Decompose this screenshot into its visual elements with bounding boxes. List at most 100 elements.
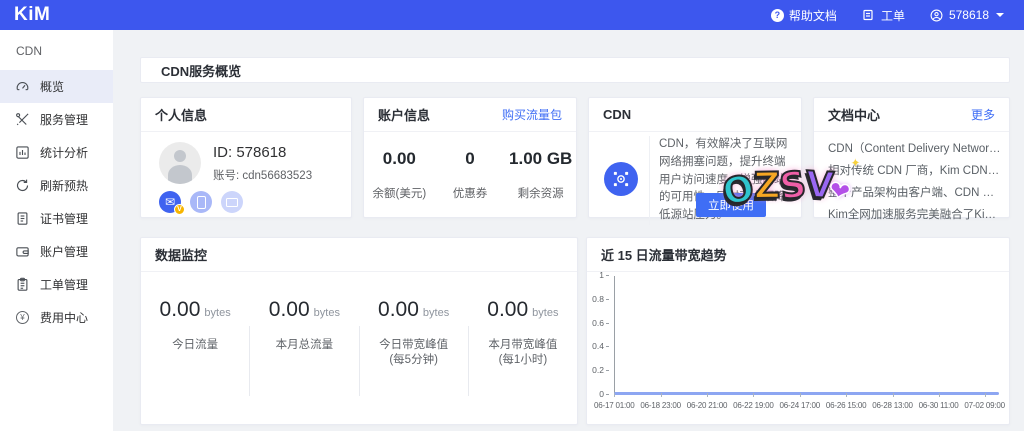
user-menu[interactable]: 578618 — [929, 8, 1004, 23]
stat-balance: 0.00 余额(美元) — [364, 132, 435, 217]
docs-list: CDN（Content Delivery Network），也即内容分发... … — [828, 138, 1001, 226]
account-number-text: 账号: cdn56683523 — [213, 167, 312, 183]
main-content: CDN服务概览 个人信息 ID: 578618 账号: cdn56683523 … — [113, 30, 1024, 431]
x-tick-label: 06-24 17:00 — [780, 401, 821, 410]
help-docs-label: 帮助文档 — [789, 7, 837, 24]
sidebar-item-label: 账户管理 — [40, 243, 88, 260]
sidebar-item-label: 工单管理 — [40, 276, 88, 293]
x-tick-label: 06-18 23:00 — [640, 401, 681, 410]
email-verified-badge[interactable]: ✉ V — [159, 191, 181, 213]
stat-month-peak-bandwidth: 0.00bytes 本月带宽峰值(每1小时) — [469, 298, 577, 424]
x-tick-label: 06-22 19:00 — [733, 401, 774, 410]
avatar — [159, 142, 201, 184]
x-tick-label: 06-28 13:00 — [872, 401, 913, 410]
card-title: 账户信息 — [378, 105, 430, 124]
stat-today-traffic: 0.00bytes 今日流量 — [141, 298, 249, 424]
card-header: 数据监控 — [141, 238, 577, 272]
sidebar-item-ticket-mgmt[interactable]: 工单管理 — [0, 268, 113, 301]
stat-label: 本月带宽峰值(每1小时) — [469, 338, 577, 368]
user-icon — [929, 8, 944, 23]
card-title: 文档中心 — [828, 105, 880, 124]
stat-value: 0.00 — [383, 149, 416, 169]
docs-center-card: 文档中心 更多 CDN（Content Delivery Network），也即… — [813, 97, 1010, 218]
account-info-card: 账户信息 购买流量包 0.00 余额(美元) 0 优惠券 1.00 GB 剩余资… — [363, 97, 577, 218]
buy-traffic-package-link[interactable]: 购买流量包 — [502, 106, 562, 123]
doc-link[interactable]: CDN（Content Delivery Network），也即内容分发... — [828, 138, 1001, 160]
stat-value: 0.00bytes — [360, 298, 468, 322]
yen-glyph: ¥ — [16, 311, 29, 324]
series-line-flat — [614, 392, 999, 395]
card-header: 文档中心 更多 — [814, 98, 1009, 132]
bandwidth-trend-card: 近 15 日流量带宽趋势 10.80.60.40.20 06-17 01:000… — [586, 237, 1010, 425]
cost-icon: ¥ — [15, 310, 30, 325]
doc-link[interactable]: Kim全网加速服务完美融合了Kim对象存储和 CDN ... — [828, 204, 1001, 226]
y-tick-label: 0.6 — [592, 319, 609, 328]
doc-link[interactable]: 相对传统 CDN 厂商，Kim CDN 服务完全实现全自... — [828, 160, 1001, 182]
cdn-dashboard: KiM ? 帮助文档 工单 578618 CDN — [0, 0, 1024, 431]
tools-icon — [15, 112, 30, 127]
data-monitor-card: 数据监控 0.00bytes 今日流量 0.00bytes 本月总流量 0.00… — [140, 237, 578, 425]
more-link[interactable]: 更多 — [971, 106, 995, 123]
x-tick-label: 06-26 15:00 — [826, 401, 867, 410]
cdn-network-icon — [604, 162, 638, 196]
stat-label: 本月总流量 — [250, 338, 358, 353]
bar-chart-icon — [15, 145, 30, 160]
y-tick-label: 1 — [599, 271, 609, 280]
stat-label: 剩余资源 — [518, 185, 564, 201]
x-tick-label: 06-20 21:00 — [687, 401, 728, 410]
verified-icon: V — [174, 204, 185, 215]
sidebar-item-statistics[interactable]: 统计分析 — [0, 136, 113, 169]
phone-badge[interactable] — [190, 191, 212, 213]
x-tick-label: 07-02 09:00 — [964, 401, 1005, 410]
account-stats: 0.00 余额(美元) 0 优惠券 1.00 GB 剩余资源 — [364, 132, 576, 217]
clipboard-icon — [15, 277, 30, 292]
sidebar-item-certificates[interactable]: 证书管理 — [0, 202, 113, 235]
card-title: 数据监控 — [155, 245, 207, 264]
stat-today-peak-bandwidth: 0.00bytes 今日带宽峰值(每5分钟) — [360, 298, 468, 424]
sidebar-item-overview[interactable]: 概览 — [0, 70, 113, 103]
stat-unit: bytes — [532, 307, 558, 319]
stat-value: 0 — [465, 149, 474, 169]
sidebar-item-service-mgmt[interactable]: 服务管理 — [0, 103, 113, 136]
stat-unit: bytes — [204, 307, 230, 319]
page-title-bar: CDN服务概览 — [140, 57, 1010, 83]
y-axis — [614, 276, 615, 394]
line-chart: 10.80.60.40.20 06-17 01:0006-18 23:0006-… — [614, 276, 999, 394]
y-tick-label: 0.4 — [592, 342, 609, 351]
doc-link[interactable]: 整个产品架构由客户端、CDN 网络、企业源站、... — [828, 182, 1001, 204]
brand-logo[interactable]: KiM — [14, 4, 50, 26]
card-header: CDN — [589, 98, 801, 132]
sidebar-section-title: CDN — [0, 30, 113, 70]
card-title: 个人信息 — [155, 105, 207, 124]
user-id: 578618 — [949, 8, 989, 22]
help-docs-link[interactable]: ? 帮助文档 — [771, 7, 837, 24]
sidebar-item-refresh-prewarm[interactable]: 刷新预热 — [0, 169, 113, 202]
stat-label: 今日带宽峰值(每5分钟) — [360, 338, 468, 368]
idcard-badge[interactable] — [221, 191, 243, 213]
sidebar-item-label: 费用中心 — [40, 309, 88, 326]
monitor-stats: 0.00bytes 今日流量 0.00bytes 本月总流量 0.00bytes… — [141, 272, 577, 424]
wallet-icon — [15, 244, 30, 259]
stat-label: 优惠券 — [453, 185, 488, 201]
sidebar-item-label: 服务管理 — [40, 111, 88, 128]
sidebar-item-label: 刷新预热 — [40, 177, 88, 194]
stat-value: 0.00bytes — [250, 298, 358, 322]
card-header: 近 15 日流量带宽趋势 — [587, 238, 1009, 272]
ticket-icon — [861, 8, 876, 23]
sidebar: CDN 概览 服务管理 统计分析 刷新预热 — [0, 30, 113, 431]
help-icon: ? — [771, 9, 784, 22]
certificate-icon — [15, 211, 30, 226]
stat-unit: bytes — [314, 307, 340, 319]
y-axis-ticks: 10.80.60.40.20 — [587, 271, 609, 399]
stat-label: 今日流量 — [141, 338, 249, 353]
stat-label: 余额(美元) — [373, 185, 427, 201]
y-tick-label: 0.8 — [592, 295, 609, 304]
sidebar-item-account-mgmt[interactable]: 账户管理 — [0, 235, 113, 268]
phone-icon — [197, 196, 206, 209]
use-now-button[interactable]: 立即使用 — [696, 193, 766, 217]
sidebar-item-cost-center[interactable]: ¥ 费用中心 — [0, 301, 113, 334]
ticket-link[interactable]: 工单 — [861, 7, 905, 24]
sidebar-item-label: 概览 — [40, 78, 64, 95]
user-id-text: ID: 578618 — [213, 144, 286, 161]
y-tick-label: 0.2 — [592, 366, 609, 375]
